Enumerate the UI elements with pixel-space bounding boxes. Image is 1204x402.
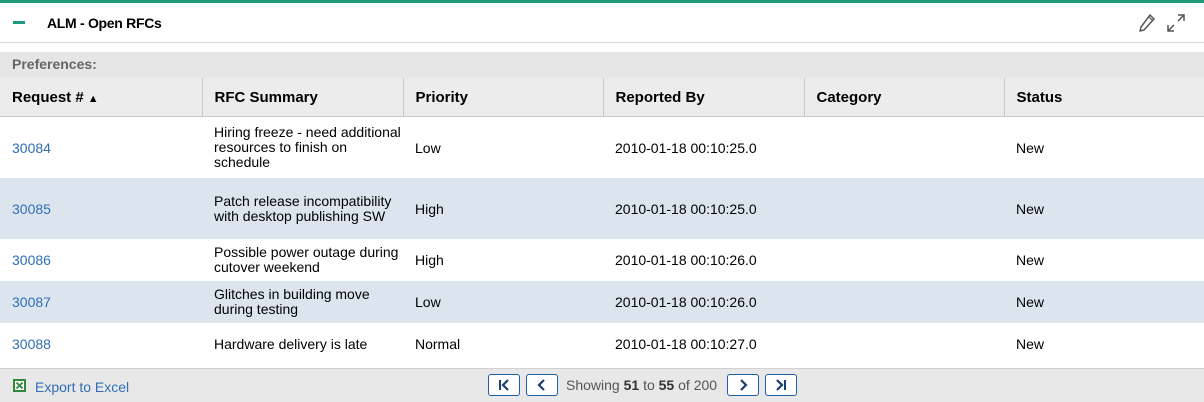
table-row: 30086 Possible power outage during cutov… <box>0 239 1204 281</box>
range-to-label: to <box>643 377 655 393</box>
export-to-excel-link[interactable]: Export to Excel <box>12 377 129 396</box>
request-id-link[interactable]: 30088 <box>12 336 51 352</box>
col-header-summary[interactable]: RFC Summary <box>202 78 404 117</box>
reported-by-cell: 2010-01-18 00:10:27.0 <box>615 336 757 352</box>
header-actions <box>1138 13 1186 33</box>
request-id-cell: 30085 <box>0 178 202 239</box>
category-cell <box>804 117 1004 179</box>
col-header-reported-by[interactable]: Reported By <box>603 78 805 117</box>
next-page-button[interactable] <box>727 374 760 396</box>
summary-cell: Patch release incompatibility with deskt… <box>202 178 403 239</box>
expand-icon[interactable] <box>1166 13 1186 33</box>
priority-cell: Low <box>415 139 441 156</box>
table-row: 30088 Hardware delivery is late Normal 2… <box>0 323 1204 365</box>
request-id-cell: 30086 <box>0 239 202 281</box>
summary-cell: Hiring freeze - need additional resource… <box>214 124 401 170</box>
reported-by-cell: 2010-01-18 00:10:26.0 <box>615 252 757 268</box>
portlet-title: ALM - Open RFCs <box>47 14 162 31</box>
pagination: Showing 51 to 55 of 200 <box>488 374 803 396</box>
reported-by-cell: 2010-01-18 00:10:25.0 <box>603 178 804 239</box>
minus-icon[interactable] <box>13 21 25 24</box>
status-cell: New <box>1016 139 1045 156</box>
summary-cell: Hardware delivery is late <box>214 335 368 352</box>
total-count: 200 <box>693 377 718 393</box>
first-page-button[interactable] <box>488 374 520 396</box>
request-id-cell: 30088 <box>0 323 202 365</box>
portlet-header: ALM - Open RFCs <box>0 3 1204 43</box>
request-id-cell: 30087 <box>0 281 202 323</box>
chevron-right-icon <box>740 379 748 391</box>
first-page-icon <box>499 379 509 391</box>
status-cell: New <box>1016 336 1045 352</box>
category-cell <box>804 281 1004 323</box>
summary-cell: Glitches in building move during testing <box>202 281 403 323</box>
range-end: 55 <box>658 377 675 393</box>
category-cell <box>804 178 1004 239</box>
table-row: 30085 Patch release incompatibility with… <box>0 178 1204 239</box>
reported-by-cell: 2010-01-18 00:10:25.0 <box>615 139 757 156</box>
category-cell <box>804 323 1004 365</box>
request-id-link[interactable]: 30086 <box>12 252 51 268</box>
rfc-table: Request # ▲ RFC Summary Priority Reported… <box>0 78 1204 365</box>
col-header-request[interactable]: Request # ▲ <box>0 78 203 117</box>
excel-icon <box>12 377 28 396</box>
table-header-row: Request # ▲ RFC Summary Priority Reported… <box>0 78 1204 117</box>
portlet: ALM - Open RFCs Preferences: Request # ▲… <box>0 0 1204 402</box>
priority-cell: High <box>403 178 603 239</box>
preferences-label[interactable]: Preferences: <box>0 52 1204 78</box>
summary-cell: Possible power outage during cutover wee… <box>214 244 399 275</box>
status-cell: New <box>1004 281 1204 323</box>
col-header-priority[interactable]: Priority <box>403 78 604 117</box>
table-footer: Export to Excel Showing 51 to 55 of 200 <box>0 368 1204 402</box>
priority-cell: Low <box>403 281 603 323</box>
chevron-left-icon <box>537 379 545 391</box>
priority-cell: High <box>415 252 444 268</box>
col-header-category[interactable]: Category <box>804 78 1005 117</box>
status-cell: New <box>1004 178 1204 239</box>
table-row: 30084 Hiring freeze - need additional re… <box>0 117 1204 179</box>
last-page-icon <box>776 379 787 391</box>
request-id-cell: 30084 <box>0 117 202 179</box>
sort-ascending-icon: ▲ <box>87 92 99 105</box>
showing-label: Showing <box>566 377 620 393</box>
col-header-request-label: Request # <box>12 88 84 106</box>
range-start: 51 <box>623 377 640 393</box>
of-label: of <box>678 377 690 393</box>
request-id-link[interactable]: 30085 <box>12 201 51 217</box>
previous-page-button[interactable] <box>526 374 558 396</box>
reported-by-cell: 2010-01-18 00:10:26.0 <box>603 281 804 323</box>
page-range-info: Showing 51 to 55 of 200 <box>566 377 717 393</box>
pencil-icon[interactable] <box>1138 13 1156 33</box>
table-row: 30087 Glitches in building move during t… <box>0 281 1204 323</box>
category-cell <box>804 239 1004 281</box>
request-id-link[interactable]: 30084 <box>12 140 51 156</box>
col-header-status[interactable]: Status <box>1004 78 1204 117</box>
export-label: Export to Excel <box>35 378 130 395</box>
last-page-button[interactable] <box>765 374 798 396</box>
status-cell: New <box>1016 252 1045 268</box>
priority-cell: Normal <box>415 336 461 352</box>
request-id-link[interactable]: 30087 <box>12 294 51 310</box>
